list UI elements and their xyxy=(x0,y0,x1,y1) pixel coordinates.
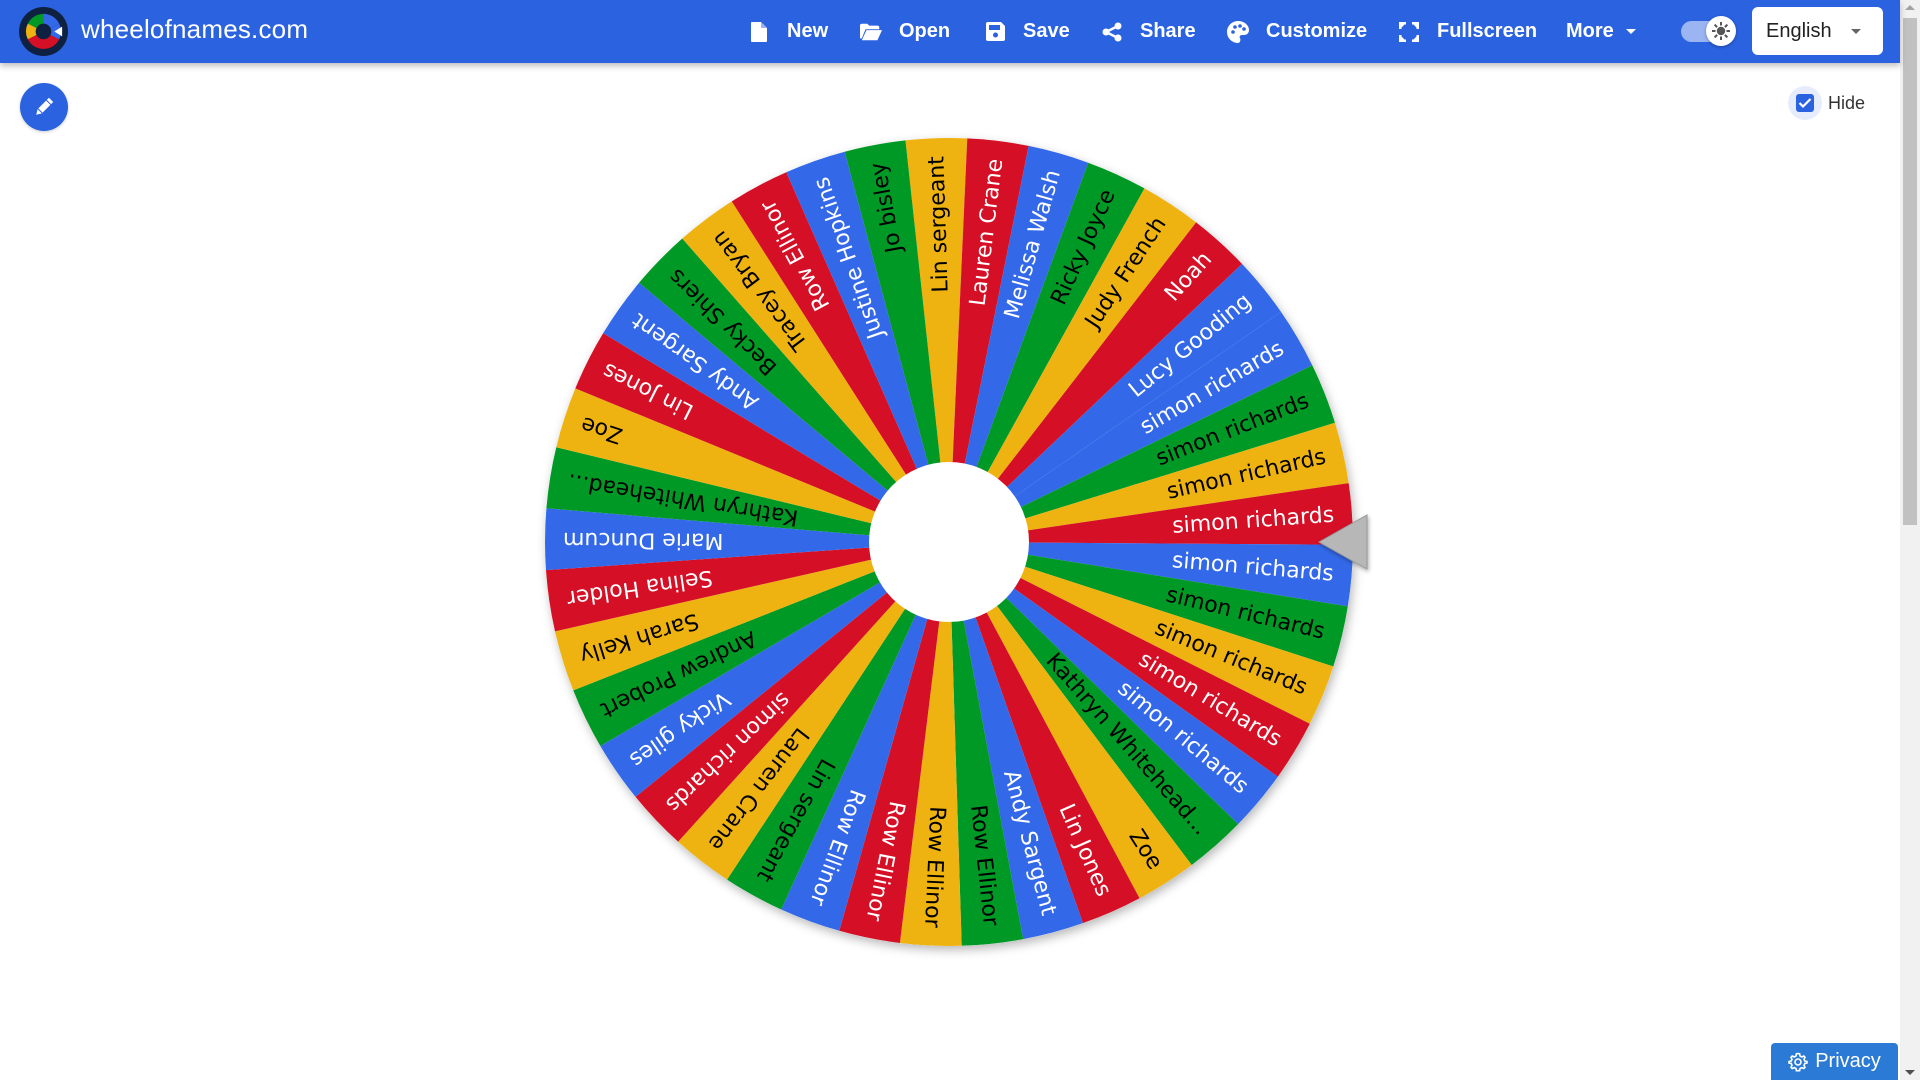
page-scrollbar[interactable] xyxy=(1900,0,1920,1080)
scroll-down-arrow-icon[interactable] xyxy=(1905,1070,1915,1075)
privacy-button[interactable]: Privacy xyxy=(1771,1043,1898,1080)
share-label: Share xyxy=(1140,20,1196,42)
open-button[interactable]: Open xyxy=(860,0,950,63)
fullscreen-label: Fullscreen xyxy=(1437,20,1538,42)
palette-icon xyxy=(1227,20,1249,43)
caret-down-icon xyxy=(1851,29,1861,34)
site-title[interactable]: wheelofnames.com xyxy=(81,14,308,45)
top-navbar: wheelofnames.com New Open Save Share Cus… xyxy=(0,0,1900,63)
fullscreen-icon xyxy=(1398,21,1420,43)
fullscreen-button[interactable]: Fullscreen xyxy=(1398,0,1537,63)
hide-label: Hide xyxy=(1828,92,1866,113)
hide-checkbox[interactable] xyxy=(1796,94,1814,112)
sun-icon xyxy=(1712,22,1730,40)
wheel-center-hub[interactable] xyxy=(869,462,1029,622)
share-button[interactable]: Share xyxy=(1101,0,1196,63)
save-button[interactable]: Save xyxy=(984,0,1070,63)
more-label: More xyxy=(1566,20,1614,42)
open-label: Open xyxy=(899,20,951,42)
wheel-entry-label: Lin sergeant xyxy=(924,155,953,293)
scroll-up-arrow-icon[interactable] xyxy=(1905,5,1915,10)
folder-open-icon xyxy=(860,21,882,43)
save-label: Save xyxy=(1023,20,1070,42)
spin-wheel[interactable]: Lin sergeant Lauren Crane Melissa Walsh Ric… xyxy=(535,128,1368,958)
file-icon xyxy=(748,21,770,43)
wheel-entry-label: Marie Duncum xyxy=(563,527,724,553)
floppy-disk-icon xyxy=(984,21,1006,43)
theme-toggle[interactable] xyxy=(1681,16,1736,46)
hide-checkbox-halo xyxy=(1788,86,1822,120)
toggle-knob xyxy=(1706,16,1736,46)
language-select[interactable]: English xyxy=(1752,7,1883,55)
language-value: English xyxy=(1766,19,1832,42)
customize-button[interactable]: Customize xyxy=(1227,0,1367,63)
caret-down-icon xyxy=(1625,29,1636,34)
privacy-label: Privacy xyxy=(1815,1050,1881,1072)
wheel-canvas[interactable]: Lin sergeant Lauren CraneMelissa WalshRic… xyxy=(535,128,1368,958)
new-button[interactable]: New xyxy=(748,0,828,63)
wheel-logo-icon xyxy=(19,7,68,56)
pencil-icon xyxy=(36,97,54,115)
share-icon xyxy=(1101,21,1123,43)
edit-entries-button[interactable] xyxy=(20,83,68,131)
new-label: New xyxy=(787,20,829,42)
hide-checkbox-control[interactable]: Hide xyxy=(1788,86,1865,120)
gear-icon xyxy=(1788,1052,1809,1071)
checkmark-icon xyxy=(1798,98,1812,109)
more-menu-button[interactable]: More xyxy=(1566,0,1636,63)
site-logo[interactable] xyxy=(19,7,68,56)
scrollbar-thumb[interactable] xyxy=(1903,18,1917,525)
customize-label: Customize xyxy=(1266,20,1368,42)
